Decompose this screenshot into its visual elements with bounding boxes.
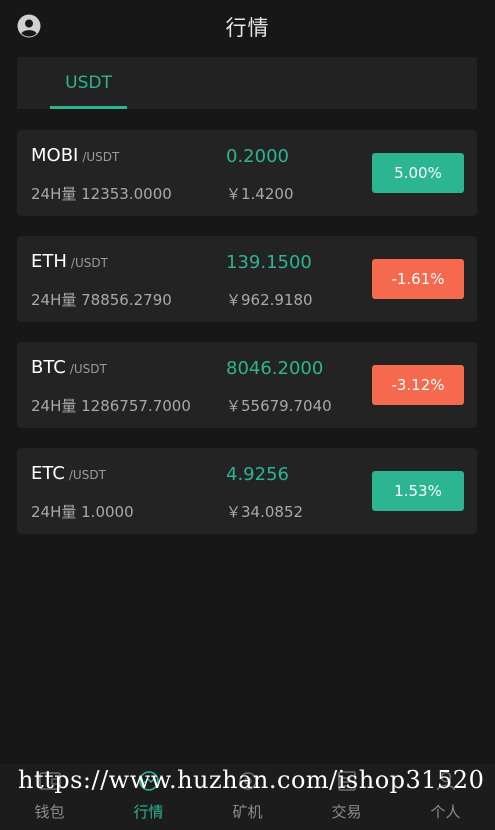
tab-active-indicator: [50, 106, 127, 109]
market-card-btc[interactable]: BTC/USDT 24H量 1286757.7000 8046.2000 ￥55…: [17, 342, 477, 428]
market-price: 139.1500: [226, 252, 312, 273]
market-pair: /USDT: [68, 468, 106, 482]
tabbar-label: 交易: [331, 803, 362, 821]
market-symbol: MOBI/USDT: [31, 145, 120, 166]
change-badge[interactable]: 5.00%: [372, 153, 464, 193]
change-badge[interactable]: -1.61%: [372, 259, 464, 299]
market-pair: /USDT: [69, 362, 107, 376]
watermark-text: https://www.huzhan.com/ishop31520: [18, 766, 485, 794]
market-volume: 24H量 78856.2790: [31, 291, 172, 309]
change-badge[interactable]: -3.12%: [372, 365, 464, 405]
market-price: 4.9256: [226, 464, 289, 485]
market-card-etc[interactable]: ETC/USDT 24H量 1.0000 4.9256 ￥34.0852 1.5…: [17, 448, 477, 534]
market-volume: 24H量 12353.0000: [31, 185, 172, 203]
market-cny-price: ￥962.9180: [226, 291, 313, 309]
header: 行情: [0, 0, 495, 54]
market-cny-price: ￥34.0852: [226, 503, 304, 521]
market-symbol: ETH/USDT: [31, 251, 108, 272]
market-pair: /USDT: [70, 256, 108, 270]
market-volume: 24H量 1286757.7000: [31, 397, 191, 415]
tabbar-label: 行情: [133, 803, 164, 821]
tabbar-label: 矿机: [232, 803, 263, 821]
market-price: 0.2000: [226, 146, 289, 167]
market-price: 8046.2000: [226, 358, 324, 379]
tab-usdt[interactable]: USDT: [50, 57, 127, 109]
market-cny-price: ￥55679.7040: [226, 397, 332, 415]
tab-usdt-label: USDT: [65, 73, 112, 93]
quote-tabs: USDT: [17, 57, 477, 109]
change-badge[interactable]: 1.53%: [372, 471, 464, 511]
market-cny-price: ￥1.4200: [226, 185, 294, 203]
market-symbol: BTC/USDT: [31, 357, 107, 378]
market-pair: /USDT: [82, 150, 120, 164]
market-volume: 24H量 1.0000: [31, 503, 134, 521]
user-avatar-icon[interactable]: [17, 14, 41, 38]
page-title: 行情: [225, 16, 270, 40]
market-symbol: ETC/USDT: [31, 463, 106, 484]
market-card-eth[interactable]: ETH/USDT 24H量 78856.2790 139.1500 ￥962.9…: [17, 236, 477, 322]
market-card-mobi[interactable]: MOBI/USDT 24H量 12353.0000 0.2000 ￥1.4200…: [17, 130, 477, 216]
tabbar-label: 个人: [430, 803, 461, 821]
tabbar-label: 钱包: [34, 803, 65, 821]
